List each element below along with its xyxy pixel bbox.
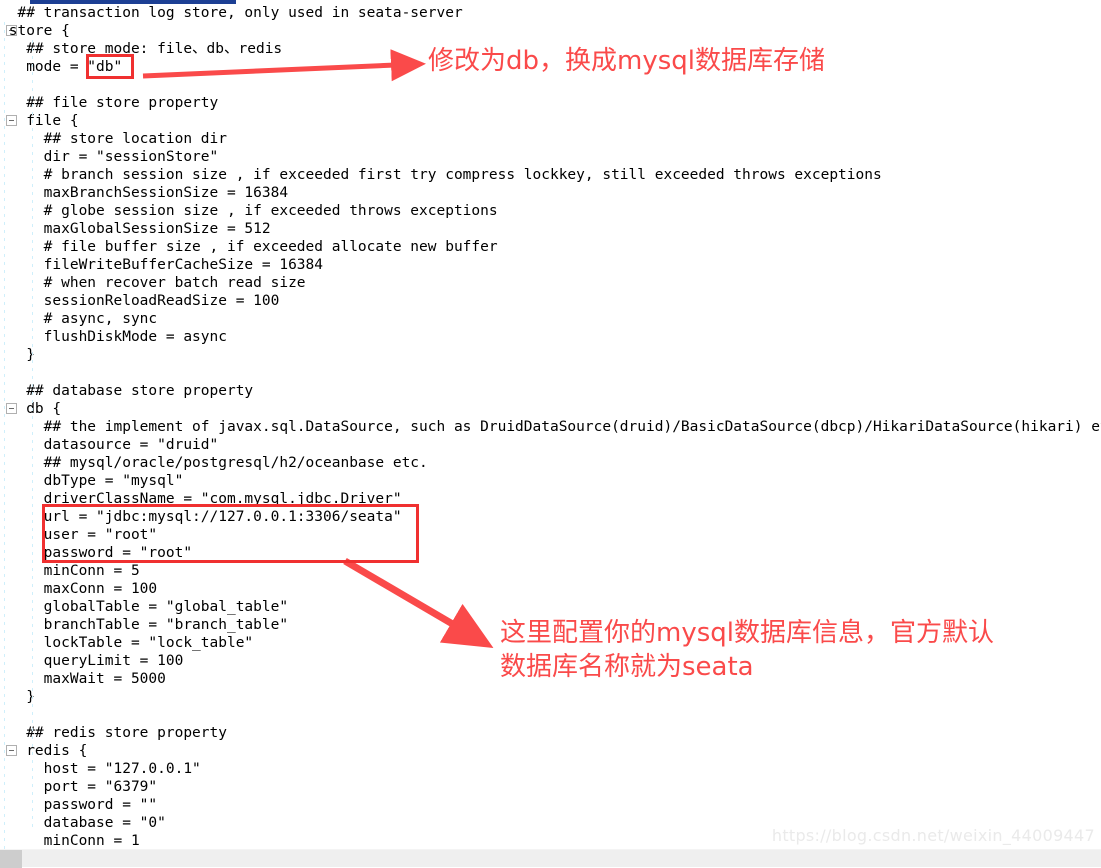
code-line[interactable]: maxGlobalSessionSize = 512 [0, 220, 1101, 238]
code-line[interactable]: user = "root" [0, 526, 1101, 544]
code-line[interactable]: # file buffer size , if exceeded allocat… [0, 238, 1101, 256]
code-line[interactable]: ## transaction log store, only used in s… [0, 4, 1101, 22]
code-line[interactable]: url = "jdbc:mysql://127.0.0.1:3306/seata… [0, 508, 1101, 526]
code-line[interactable] [0, 364, 1101, 382]
code-line[interactable]: driverClassName = "com.mysql.jdbc.Driver… [0, 490, 1101, 508]
code-line[interactable]: minConn = 5 [0, 562, 1101, 580]
code-line[interactable]: maxConn = 100 [0, 580, 1101, 598]
code-line[interactable]: mode = "db" [0, 58, 1101, 76]
code-line[interactable]: ## database store property [0, 382, 1101, 400]
horizontal-scrollbar[interactable] [0, 849, 1101, 868]
code-line[interactable]: db { [0, 400, 1101, 418]
code-line[interactable]: # branch session size , if exceeded firs… [0, 166, 1101, 184]
code-line[interactable]: host = "127.0.0.1" [0, 760, 1101, 778]
code-line[interactable]: ## file store property [0, 94, 1101, 112]
code-line[interactable]: password = "root" [0, 544, 1101, 562]
code-content[interactable]: ## transaction log store, only used in s… [0, 0, 1101, 850]
code-line[interactable]: password = "" [0, 796, 1101, 814]
code-line[interactable]: ## store mode: file、db、redis [0, 40, 1101, 58]
code-line[interactable]: # globe session size , if exceeded throw… [0, 202, 1101, 220]
indent-guide [32, 40, 33, 830]
code-line[interactable]: ## mysql/oracle/postgresql/h2/oceanbase … [0, 454, 1101, 472]
code-line[interactable]: queryLimit = 100 [0, 652, 1101, 670]
code-line[interactable]: maxWait = 5000 [0, 670, 1101, 688]
code-line[interactable]: ## the implement of javax.sql.DataSource… [0, 418, 1101, 436]
code-line[interactable]: globalTable = "global_table" [0, 598, 1101, 616]
code-line[interactable]: flushDiskMode = async [0, 328, 1101, 346]
code-line[interactable]: } [0, 346, 1101, 364]
code-line[interactable]: maxBranchSessionSize = 16384 [0, 184, 1101, 202]
code-line[interactable]: } [0, 688, 1101, 706]
indent-guide [4, 22, 5, 868]
code-line[interactable]: port = "6379" [0, 778, 1101, 796]
code-line[interactable]: # async, sync [0, 310, 1101, 328]
code-line[interactable]: fileWriteBufferCacheSize = 16384 [0, 256, 1101, 274]
csdn-watermark: https://blog.csdn.net/weixin_44009447 [771, 826, 1095, 845]
code-line[interactable]: dir = "sessionStore" [0, 148, 1101, 166]
code-line[interactable]: store { [0, 22, 1101, 40]
horizontal-scrollbar-thumb[interactable] [0, 850, 22, 868]
code-line[interactable]: file { [0, 112, 1101, 130]
code-line[interactable]: branchTable = "branch_table" [0, 616, 1101, 634]
code-line[interactable]: ## redis store property [0, 724, 1101, 742]
code-line[interactable]: sessionReloadReadSize = 100 [0, 292, 1101, 310]
code-line[interactable]: datasource = "druid" [0, 436, 1101, 454]
code-line[interactable]: redis { [0, 742, 1101, 760]
code-editor-pane[interactable]: ## transaction log store, only used in s… [0, 0, 1101, 868]
code-line[interactable]: lockTable = "lock_table" [0, 634, 1101, 652]
code-line[interactable]: ## store location dir [0, 130, 1101, 148]
code-line[interactable]: # when recover batch read size [0, 274, 1101, 292]
code-line[interactable] [0, 76, 1101, 94]
code-line[interactable]: dbType = "mysql" [0, 472, 1101, 490]
code-line[interactable] [0, 706, 1101, 724]
